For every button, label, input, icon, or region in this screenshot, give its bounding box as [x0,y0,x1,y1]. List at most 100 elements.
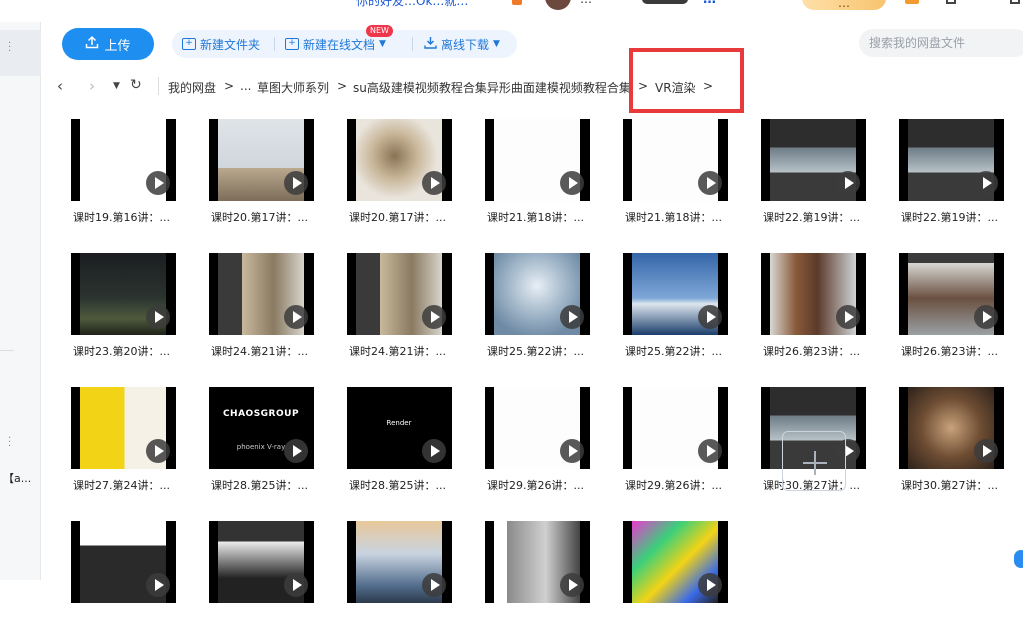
play-icon[interactable] [560,305,584,329]
file-name[interactable]: 课时24.第21讲：... [349,343,446,359]
file-item[interactable]: 课时19.第16讲：... [41,103,176,227]
video-thumbnail[interactable] [209,521,314,603]
play-icon[interactable] [284,305,308,329]
play-icon[interactable] [560,573,584,597]
upload-button[interactable]: 上传 [62,28,154,60]
file-item[interactable]: 课时30.第27讲：... [869,371,1004,495]
more-dots-icon[interactable]: · · · [8,434,12,452]
username[interactable]: … [580,0,592,6]
file-name[interactable]: 课时19.第16讲：... [73,209,170,225]
play-icon[interactable] [560,439,584,463]
avatar[interactable] [545,0,571,10]
search-input[interactable]: 搜索我的网盘文件 [859,29,1023,57]
play-icon[interactable] [836,171,860,195]
file-item[interactable]: 课时20.第17讲：... [317,103,452,227]
floating-help-icon[interactable] [1014,550,1023,568]
play-icon[interactable] [698,171,722,195]
video-thumbnail[interactable] [899,387,1004,469]
maximize-icon[interactable] [1010,0,1020,4]
file-item[interactable] [317,505,452,629]
file-name[interactable]: 课时26.第23讲：... [763,343,860,359]
video-thumbnail[interactable] [485,119,590,201]
video-thumbnail[interactable] [899,253,1004,335]
play-icon[interactable] [698,439,722,463]
file-item[interactable]: 课时26.第23讲：... [869,237,1004,361]
add-file-button[interactable] [782,431,846,491]
file-name[interactable]: 课时29.第26讲：... [487,477,584,493]
file-item[interactable] [41,505,176,629]
file-item[interactable]: 课时24.第21讲：... [179,237,314,361]
more-dots-icon[interactable]: · · · [8,39,12,57]
crumb-item[interactable]: 草图大师系列 [257,79,329,96]
gift-icon[interactable] [905,0,919,4]
video-thumbnail[interactable] [485,521,590,603]
file-name[interactable]: 课时29.第26讲：... [625,477,722,493]
file-name[interactable]: 课时27.第24讲：... [73,477,170,493]
vip-button[interactable]: … [802,0,886,10]
video-thumbnail[interactable] [623,387,728,469]
play-icon[interactable] [422,439,446,463]
play-icon[interactable] [146,171,170,195]
file-item[interactable]: 课时22.第19讲：... [731,103,866,227]
file-name[interactable]: 课时21.第18讲：... [487,209,584,225]
play-icon[interactable] [836,305,860,329]
file-name[interactable]: 课时23.第20讲：... [73,343,170,359]
play-icon[interactable] [146,439,170,463]
history-dropdown-icon[interactable]: ▼ [113,81,120,91]
play-icon[interactable] [698,573,722,597]
video-thumbnail[interactable] [209,253,314,335]
file-item[interactable]: 课时25.第22讲：... [455,237,590,361]
play-icon[interactable] [422,305,446,329]
refresh-icon[interactable]: ↻ [130,77,142,93]
play-icon[interactable] [284,573,308,597]
file-name[interactable]: 课时24.第21讲：... [211,343,308,359]
file-name[interactable]: 课时22.第19讲：... [763,209,860,225]
minimize-window-icon[interactable] [946,0,956,4]
video-thumbnail[interactable] [347,253,452,335]
play-icon[interactable] [698,305,722,329]
video-thumbnail[interactable]: Render [347,387,452,469]
video-thumbnail[interactable] [485,387,590,469]
video-thumbnail[interactable] [71,521,176,603]
crumb-item[interactable]: su高级建模视频教程合集异形曲面建模视频教程合集 [353,79,631,96]
play-icon[interactable] [974,439,998,463]
play-icon[interactable] [560,171,584,195]
file-name[interactable]: 课时25.第22讲：... [487,343,584,359]
file-name[interactable]: 课时26.第23讲：... [901,343,998,359]
file-name[interactable]: 课时28.第25讲：... [211,477,308,493]
file-name[interactable]: 课时28.第25讲：... [349,477,446,493]
play-icon[interactable] [422,573,446,597]
file-name[interactable]: 课时21.第18讲：... [625,209,722,225]
file-item[interactable]: 课时29.第26讲：... [455,371,590,495]
file-item[interactable] [455,505,590,629]
file-name[interactable]: 课时20.第17讲：... [349,209,446,225]
video-thumbnail[interactable] [71,253,176,335]
video-thumbnail[interactable] [899,119,1004,201]
file-item[interactable]: 课时27.第24讲：... [41,371,176,495]
promo-link[interactable]: … [703,0,716,7]
play-icon[interactable] [146,573,170,597]
new-folder-button[interactable]: + 新建文件夹 [182,30,260,58]
video-thumbnail[interactable] [623,521,728,603]
video-thumbnail[interactable] [71,119,176,201]
video-thumbnail[interactable] [761,119,866,201]
file-item[interactable]: 课时20.第17讲：... [179,103,314,227]
file-item[interactable]: 课时29.第26讲：... [593,371,728,495]
video-thumbnail[interactable] [347,119,452,201]
video-thumbnail[interactable] [623,119,728,201]
video-thumbnail[interactable] [347,521,452,603]
file-item[interactable]: 课时26.第23讲：... [731,237,866,361]
play-icon[interactable] [284,171,308,195]
offline-download-button[interactable]: 离线下载 ▼ [424,30,500,58]
video-thumbnail[interactable] [485,253,590,335]
play-icon[interactable] [974,305,998,329]
video-thumbnail[interactable] [209,119,314,201]
play-icon[interactable] [284,439,308,463]
file-name[interactable]: 课时30.第27讲：... [901,477,998,493]
file-item[interactable]: 课时21.第18讲：... [593,103,728,227]
video-thumbnail[interactable] [71,387,176,469]
crumb-ellipsis[interactable]: ... [240,79,251,93]
play-icon[interactable] [146,305,170,329]
video-thumbnail[interactable] [761,253,866,335]
file-item[interactable]: CHAOSGROUP phoenix V-ray 课时28.第25讲：... [179,371,314,495]
